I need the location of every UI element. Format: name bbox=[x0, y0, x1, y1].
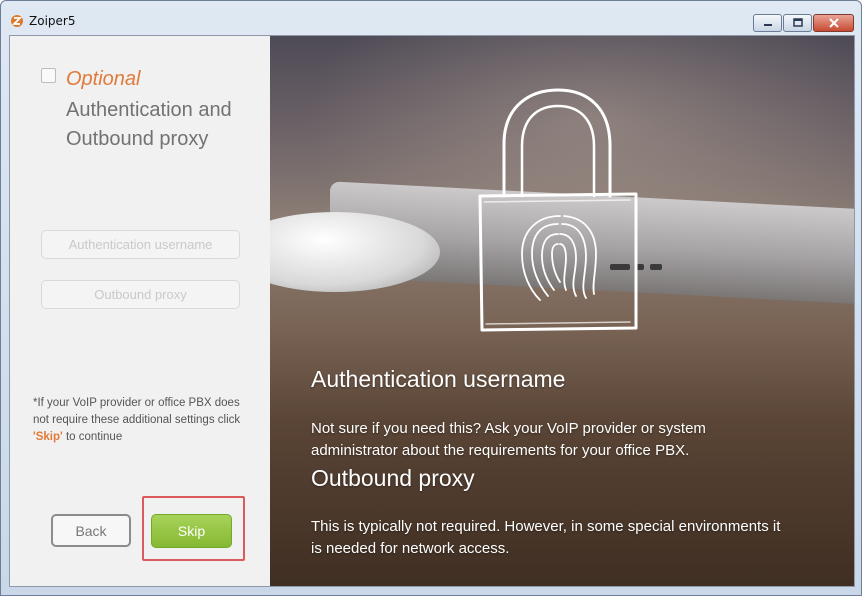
wizard-left-panel: Optional Authentication and Outbound pro… bbox=[10, 36, 270, 586]
minimize-icon bbox=[763, 24, 772, 26]
window-title: Zoiper5 bbox=[29, 14, 76, 28]
outbound-proxy-input[interactable] bbox=[41, 280, 240, 309]
maximize-icon bbox=[792, 18, 803, 27]
info-panel: Authentication username Not sure if you … bbox=[270, 36, 854, 586]
close-icon bbox=[828, 18, 839, 28]
info-heading-auth: Authentication username bbox=[311, 366, 566, 392]
close-button[interactable] bbox=[813, 14, 854, 32]
maximize-button[interactable] bbox=[783, 14, 812, 32]
info-heading-proxy: Outbound proxy bbox=[311, 465, 475, 491]
authentication-username-input[interactable] bbox=[41, 230, 240, 259]
info-text-proxy: This is typically not required. However,… bbox=[311, 518, 781, 557]
skip-hint-text: *If your VoIP provider or office PBX doe… bbox=[33, 397, 241, 443]
title-bar[interactable]: Zoiper5 bbox=[1, 1, 861, 35]
step-title: Authentication and Outbound proxy bbox=[66, 99, 232, 150]
step-checkbox bbox=[41, 68, 56, 83]
padlock-fingerprint-icon bbox=[478, 88, 638, 332]
skip-button[interactable]: Skip bbox=[151, 514, 232, 548]
skip-hint-highlight: 'Skip' bbox=[33, 431, 63, 443]
wizard-content: Optional Authentication and Outbound pro… bbox=[9, 35, 855, 587]
step-optional-label: Optional bbox=[66, 68, 141, 90]
app-window: Zoiper5 Optional Authentication and Outb… bbox=[0, 0, 862, 596]
info-text-auth: Not sure if you need this? Ask your VoIP… bbox=[311, 420, 706, 459]
zoiper-logo-icon bbox=[11, 15, 23, 27]
minimize-button[interactable] bbox=[753, 14, 782, 32]
back-button[interactable]: Back bbox=[51, 514, 131, 547]
